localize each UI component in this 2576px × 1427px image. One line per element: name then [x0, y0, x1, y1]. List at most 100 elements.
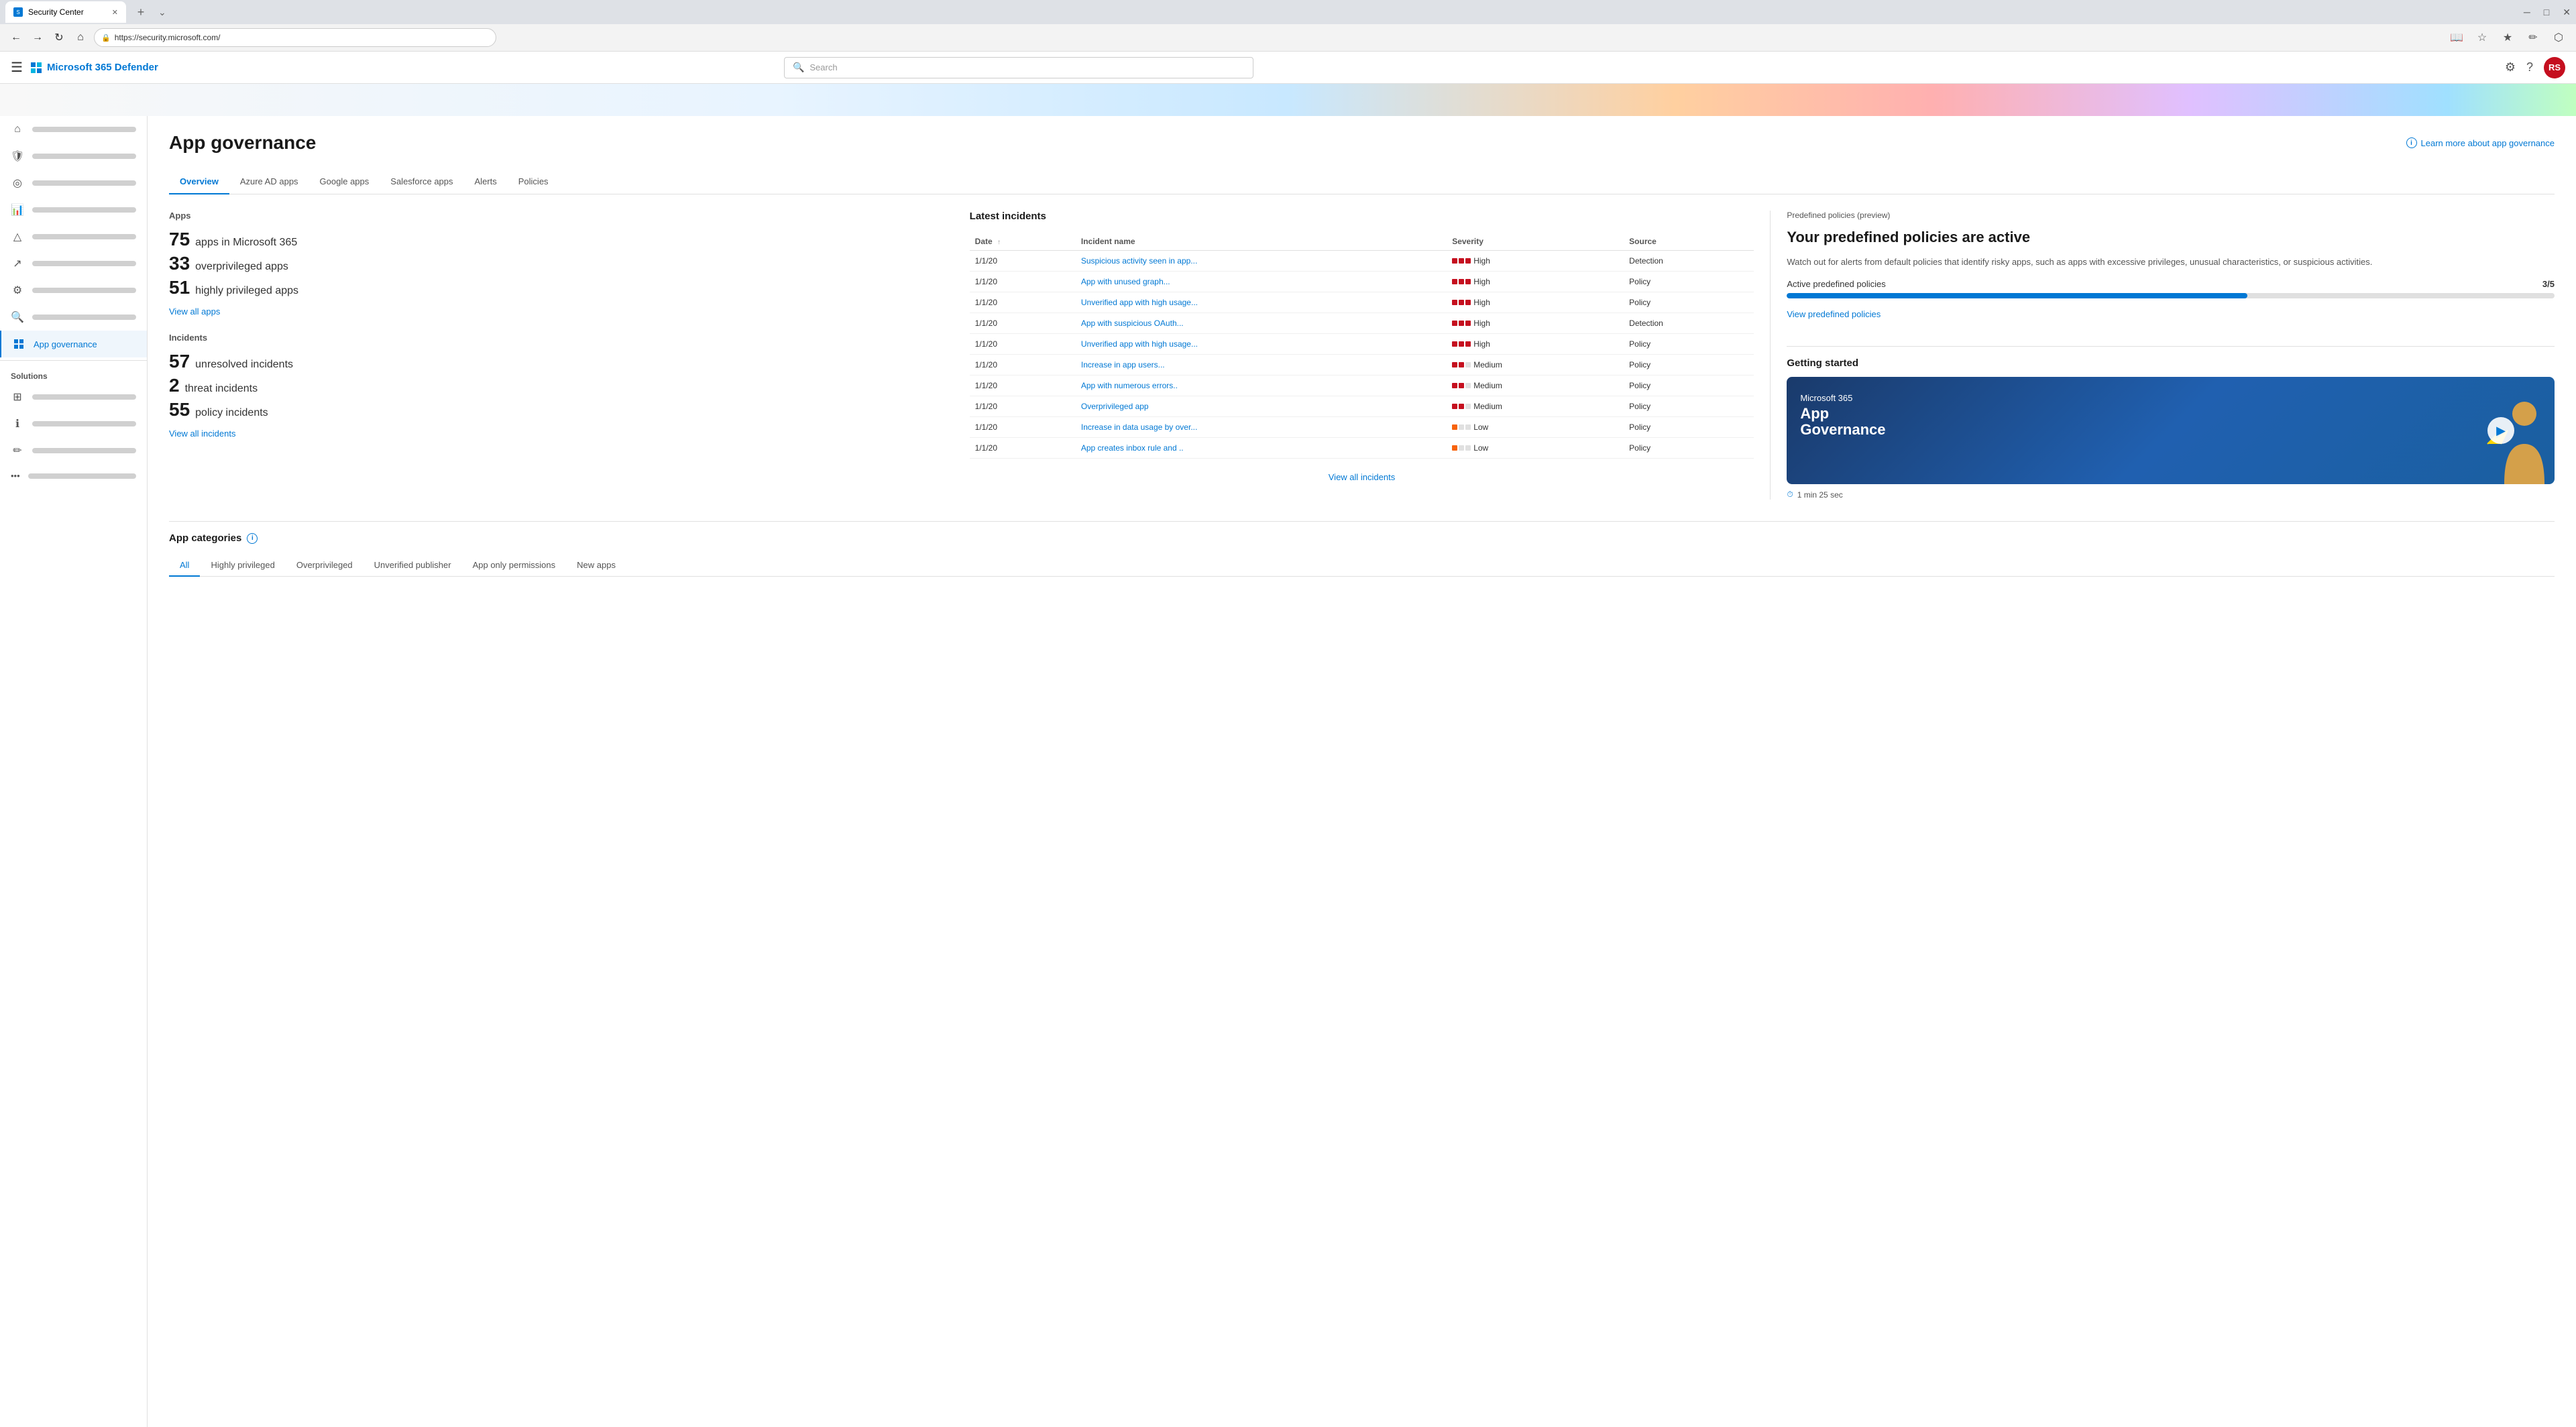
header-banner	[0, 84, 2576, 116]
table-row[interactable]: 1/1/20 Increase in app users... Medium P…	[970, 355, 1754, 376]
url-input[interactable]: 🔒 https://security.microsoft.com/	[94, 28, 496, 47]
cell-name: Unverified app with high usage...	[1076, 334, 1447, 355]
share-button[interactable]: ✏	[2524, 28, 2542, 47]
tab-close-button[interactable]: ✕	[112, 8, 118, 17]
cat-tab-new-apps[interactable]: New apps	[566, 555, 626, 577]
table-row[interactable]: 1/1/20 App with unused graph... High Pol…	[970, 272, 1754, 292]
favorites-button[interactable]: ☆	[2473, 28, 2491, 47]
cell-source: Detection	[1624, 313, 1754, 334]
cell-source: Policy	[1624, 272, 1754, 292]
threat-label: threat incidents	[185, 383, 258, 395]
tab-menu-button[interactable]: ⌄	[158, 7, 166, 18]
cat-tab-all[interactable]: All	[169, 555, 200, 577]
cat-tab-unverified[interactable]: Unverified publisher	[363, 555, 462, 577]
tab-azure-ad[interactable]: Azure AD apps	[229, 170, 309, 194]
sidebar-item-incidents[interactable]: 🛡	[0, 143, 147, 170]
cat-tab-overprivileged[interactable]: Overprivileged	[286, 555, 363, 577]
graph-icon: ↗	[11, 257, 24, 270]
shield-icon: 🛡	[11, 150, 24, 163]
table-row[interactable]: 1/1/20 Unverified app with high usage...…	[970, 292, 1754, 313]
apps-stat-3: 51 highly privileged apps	[169, 277, 954, 298]
sidebar-item-solutions-2[interactable]: ℹ	[0, 410, 147, 437]
settings-button[interactable]: ⚙	[2505, 60, 2516, 74]
cell-source: Policy	[1624, 355, 1754, 376]
hamburger-menu-button[interactable]: ☰	[11, 59, 23, 76]
video-play-button[interactable]: ▶	[2487, 417, 2514, 444]
learn-more-link[interactable]: i Learn more about app governance	[2406, 137, 2555, 148]
video-duration: ⏱ 1 min 25 sec	[1787, 490, 2555, 500]
tab-google[interactable]: Google apps	[309, 170, 380, 194]
minimize-button[interactable]: ─	[2524, 7, 2530, 17]
cell-name: Increase in app users...	[1076, 355, 1447, 376]
restore-button[interactable]: □	[2544, 7, 2549, 17]
forward-button[interactable]: →	[30, 30, 46, 46]
collection-button[interactable]: ★	[2498, 28, 2517, 47]
progress-bar-fill	[1787, 293, 2247, 298]
table-row[interactable]: 1/1/20 Suspicious activity seen in app..…	[970, 251, 1754, 272]
cell-date: 1/1/20	[970, 313, 1076, 334]
video-thumbnail[interactable]: Microsoft 365 App Governance ▶	[1787, 377, 2555, 484]
tab-alerts[interactable]: Alerts	[464, 170, 508, 194]
table-row[interactable]: 1/1/20 Overprivileged app Medium Policy	[970, 396, 1754, 417]
sidebar-item-home[interactable]: ⌂	[0, 116, 147, 143]
apps-heading: Apps	[169, 211, 954, 221]
sidebar-label-solutions-1	[32, 394, 136, 400]
new-tab-button[interactable]: +	[131, 3, 150, 21]
extension-button[interactable]: ⬡	[2549, 28, 2568, 47]
tab-overview[interactable]: Overview	[169, 170, 229, 194]
cell-date: 1/1/20	[970, 292, 1076, 313]
cell-date: 1/1/20	[970, 272, 1076, 292]
sidebar-item-app-governance[interactable]: App governance	[0, 331, 147, 357]
table-row[interactable]: 1/1/20 App with suspicious OAuth... High…	[970, 313, 1754, 334]
cell-source: Detection	[1624, 251, 1754, 272]
cell-source: Policy	[1624, 396, 1754, 417]
view-all-incidents-link[interactable]: View all incidents	[1329, 472, 1395, 482]
cat-tab-app-only[interactable]: App only permissions	[462, 555, 567, 577]
tab-salesforce[interactable]: Salesforce apps	[380, 170, 463, 194]
sidebar-item-alerts[interactable]: △	[0, 223, 147, 250]
sidebar-item-hunting[interactable]: ◎	[0, 170, 147, 196]
categories-info-icon[interactable]: i	[247, 533, 258, 544]
table-row[interactable]: 1/1/20 Increase in data usage by over...…	[970, 417, 1754, 438]
threat-count: 2	[169, 375, 180, 396]
help-button[interactable]: ?	[2526, 60, 2533, 74]
view-predefined-policies-link[interactable]: View predefined policies	[1787, 309, 1881, 319]
sidebar-item-solutions-1[interactable]: ⊞	[0, 384, 147, 410]
reader-mode-button[interactable]: 📖	[2447, 28, 2466, 47]
browser-tab[interactable]: S Security Center ✕	[5, 1, 126, 23]
tab-policies[interactable]: Policies	[508, 170, 559, 194]
sidebar-more-button[interactable]: •••	[0, 464, 147, 488]
home-icon: ⌂	[11, 123, 24, 136]
search-box[interactable]: 🔍 Search	[784, 57, 1253, 78]
sidebar-item-reports[interactable]: 📊	[0, 196, 147, 223]
highly-privileged-label: highly privileged apps	[195, 285, 298, 297]
right-panel-content: Predefined policies (preview) Your prede…	[1770, 211, 2555, 500]
cell-name: Increase in data usage by over...	[1076, 417, 1447, 438]
incidents-stats-section: Incidents 57 unresolved incidents 2 thre…	[169, 333, 954, 439]
sidebar-label-home	[32, 127, 136, 132]
sidebar-item-solutions-3[interactable]: ✏	[0, 437, 147, 464]
home-button[interactable]: ⌂	[72, 30, 89, 46]
close-window-button[interactable]: ✕	[2563, 7, 2571, 18]
sidebar-item-filter[interactable]: ⚙	[0, 277, 147, 304]
refresh-button[interactable]: ↻	[51, 30, 67, 46]
user-avatar[interactable]: RS	[2544, 57, 2565, 78]
view-all-apps-link[interactable]: View all apps	[169, 306, 220, 317]
main-content: App governance i Learn more about app go…	[148, 116, 2576, 1427]
table-row[interactable]: 1/1/20 Unverified app with high usage...…	[970, 334, 1754, 355]
apps-stat-2: 33 overprivileged apps	[169, 253, 954, 274]
back-button[interactable]: ←	[8, 30, 24, 46]
apps-stat-1: 75 apps in Microsoft 365	[169, 229, 954, 250]
cell-severity: High	[1447, 292, 1624, 313]
sidebar-item-search[interactable]: 🔍	[0, 304, 147, 331]
cell-source: Policy	[1624, 334, 1754, 355]
predefined-policies-description: Watch out for alerts from default polici…	[1787, 255, 2555, 269]
unresolved-count: 57	[169, 351, 190, 372]
table-row[interactable]: 1/1/20 App with numerous errors.. Medium…	[970, 376, 1754, 396]
table-row[interactable]: 1/1/20 App creates inbox rule and .. Low…	[970, 438, 1754, 459]
view-all-incidents-link-left[interactable]: View all incidents	[169, 429, 235, 439]
cat-tab-highly-privileged[interactable]: Highly privileged	[200, 555, 285, 577]
tab-icon: S	[13, 7, 23, 17]
sidebar-item-graph[interactable]: ↗	[0, 250, 147, 277]
brand-logo[interactable]: Microsoft 365 Defender	[31, 62, 158, 73]
